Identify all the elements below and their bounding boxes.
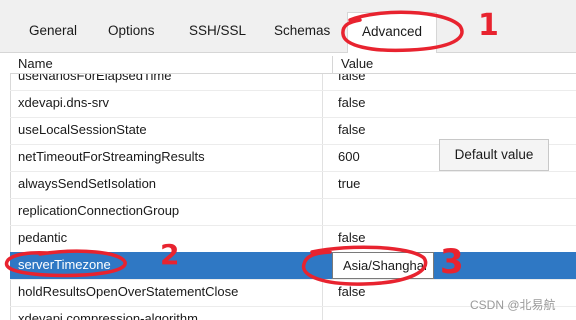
table-row[interactable]: replicationConnectionGroup — [10, 198, 576, 226]
tab-ssh-ssl[interactable]: SSH/SSL — [189, 14, 246, 48]
table-header: Name Value — [10, 53, 576, 74]
property-name: alwaysSendSetIsolation — [18, 176, 157, 191]
default-value-button[interactable]: Default value — [439, 139, 549, 171]
property-name: pedantic — [18, 230, 68, 245]
property-value-text: Asia/Shanghai — [343, 258, 427, 273]
property-name: xdevapi.compression-algorithm — [18, 311, 198, 320]
tab-schemas[interactable]: Schemas — [274, 14, 330, 48]
watermark: CSDN @北易航 — [470, 298, 556, 312]
property-name: xdevapi.dns-srv — [18, 95, 110, 110]
annotation-number-1: 1 — [478, 8, 499, 43]
column-header-value[interactable]: Value — [332, 56, 373, 73]
property-value: false — [338, 230, 366, 245]
properties-table: useNanosForElapsedTime false xdevapi.dns… — [0, 53, 576, 320]
property-name: holdResultsOpenOverStatementClose — [18, 284, 239, 299]
property-name: serverTimezone — [18, 257, 111, 272]
property-value: false — [338, 95, 366, 110]
tab-advanced[interactable]: Advanced — [347, 12, 438, 53]
tab-options[interactable]: Options — [108, 14, 155, 48]
property-value: 600 — [338, 149, 360, 164]
property-name: replicationConnectionGroup — [18, 203, 180, 218]
column-header-name[interactable]: Name — [18, 56, 53, 71]
table-row[interactable]: alwaysSendSetIsolation true — [10, 171, 576, 199]
property-value-input[interactable]: Asia/Shanghai — [332, 252, 434, 279]
annotation-number-3: 3 — [440, 242, 464, 282]
property-name: netTimeoutForStreamingResults — [18, 149, 205, 164]
tab-general[interactable]: General — [29, 14, 77, 48]
property-name: useLocalSessionState — [18, 122, 147, 137]
table-row[interactable]: xdevapi.dns-srv false — [10, 90, 576, 118]
table-row-selected[interactable]: serverTimezone Asia/Shanghai — [10, 252, 576, 280]
annotation-number-2: 2 — [160, 238, 180, 271]
property-value: false — [338, 284, 366, 299]
property-value: true — [338, 176, 361, 191]
property-value: false — [338, 122, 366, 137]
table-row[interactable]: pedantic false — [10, 225, 576, 253]
